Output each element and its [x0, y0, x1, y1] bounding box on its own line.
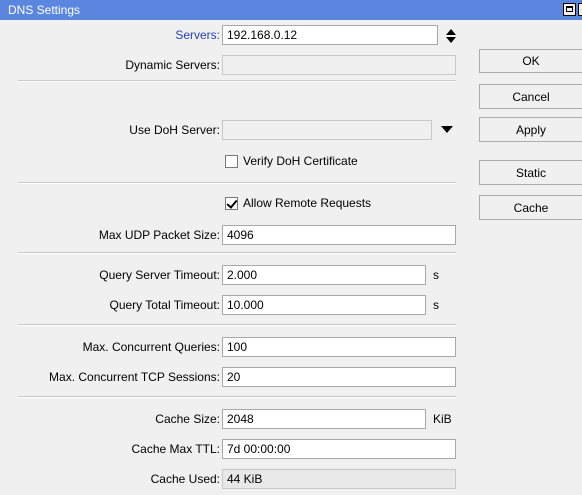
max-concurrent-tcp-sessions-label: Max. Concurrent TCP Sessions: — [49, 370, 220, 384]
dns-settings-window: DNS Settings Servers: Dynamic Servers: U… — [0, 0, 582, 495]
allow-remote-requests-checkbox[interactable] — [225, 197, 238, 210]
spin-down-icon[interactable] — [446, 37, 456, 43]
separator — [18, 252, 456, 254]
apply-button[interactable]: Apply — [479, 117, 582, 142]
verify-doh-certificate-checkbox[interactable] — [225, 155, 238, 168]
query-server-timeout-label: Query Server Timeout: — [99, 268, 220, 282]
cache-button[interactable]: Cache — [479, 195, 582, 220]
cache-used-field: 44 KiB — [222, 469, 456, 489]
separator — [18, 324, 456, 326]
max-concurrent-queries-input[interactable] — [222, 337, 456, 357]
static-button[interactable]: Static — [479, 160, 582, 185]
use-doh-server-select[interactable] — [222, 120, 432, 140]
cache-max-ttl-label: Cache Max TTL: — [131, 442, 220, 456]
use-doh-server-label: Use DoH Server: — [129, 123, 220, 137]
cache-size-label: Cache Size: — [155, 412, 220, 426]
servers-label: Servers: — [175, 28, 220, 42]
max-udp-packet-size-input[interactable] — [222, 225, 456, 245]
query-server-timeout-unit: s — [433, 268, 439, 282]
dynamic-servers-label: Dynamic Servers: — [125, 58, 220, 72]
separator — [18, 182, 456, 184]
separator — [18, 396, 456, 398]
verify-doh-certificate-label: Verify DoH Certificate — [243, 154, 358, 168]
spin-up-icon[interactable] — [446, 29, 456, 35]
query-total-timeout-label: Query Total Timeout: — [109, 298, 221, 312]
max-concurrent-tcp-sessions-input[interactable] — [222, 367, 456, 387]
cache-size-input[interactable] — [222, 409, 426, 429]
servers-spinner-icon[interactable] — [446, 28, 456, 44]
allow-remote-requests-label: Allow Remote Requests — [243, 196, 372, 210]
close-icon[interactable] — [578, 3, 582, 16]
maximize-icon[interactable] — [563, 3, 576, 16]
query-total-timeout-unit: s — [433, 298, 439, 312]
cache-max-ttl-input[interactable] — [222, 439, 456, 459]
cancel-button[interactable]: Cancel — [479, 84, 582, 109]
query-server-timeout-input[interactable] — [222, 265, 426, 285]
max-concurrent-queries-label: Max. Concurrent Queries: — [82, 340, 220, 354]
chevron-down-icon[interactable] — [441, 126, 453, 133]
max-udp-packet-size-label: Max UDP Packet Size: — [98, 228, 220, 242]
cache-size-unit: KiB — [433, 412, 452, 426]
dynamic-servers-field — [222, 55, 456, 75]
window-title: DNS Settings — [8, 3, 81, 17]
query-total-timeout-input[interactable] — [222, 295, 426, 315]
separator — [18, 80, 456, 82]
cache-used-label: Cache Used: — [150, 472, 220, 486]
ok-button[interactable]: OK — [479, 49, 582, 73]
title-bar[interactable]: DNS Settings — [0, 0, 582, 20]
servers-input[interactable] — [222, 25, 438, 45]
